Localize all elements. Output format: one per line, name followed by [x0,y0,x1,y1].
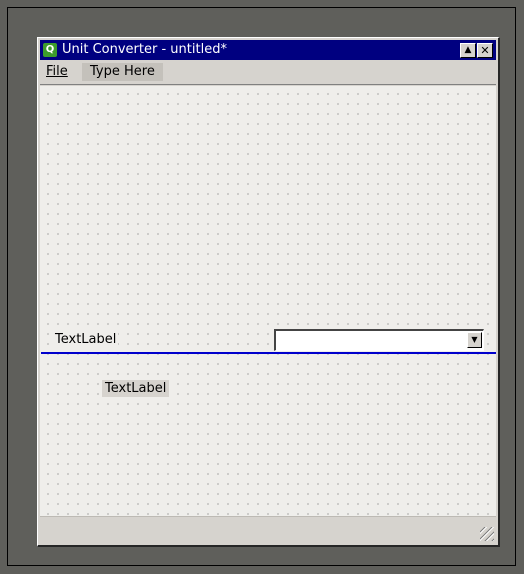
chevron-down-icon[interactable]: ▼ [467,332,482,348]
qt-app-icon: Q [43,43,57,57]
close-button[interactable]: ✕ [477,43,493,58]
maximize-button[interactable]: ▲ [460,43,476,58]
menu-file[interactable]: File [42,63,72,81]
unit-combobox[interactable]: ▼ [274,329,484,351]
menu-type-here[interactable]: Type Here [82,63,163,81]
form-canvas[interactable]: TextLabel ▼ TextLabel [40,86,496,518]
resize-grip-icon[interactable] [480,527,494,541]
title-bar[interactable]: Q Unit Converter - untitled* ▲ ✕ [40,40,496,60]
designer-form-window[interactable]: Q Unit Converter - untitled* ▲ ✕ File Ty… [37,37,500,547]
menu-file-label: File [46,64,68,79]
status-bar [40,516,496,543]
menu-divider [40,84,496,85]
selection-line [41,352,496,354]
menu-bar: File Type Here [40,62,496,82]
text-label-1[interactable]: TextLabel [53,332,119,347]
window-title: Unit Converter - untitled* [62,42,227,57]
text-label-2[interactable]: TextLabel [102,380,170,397]
